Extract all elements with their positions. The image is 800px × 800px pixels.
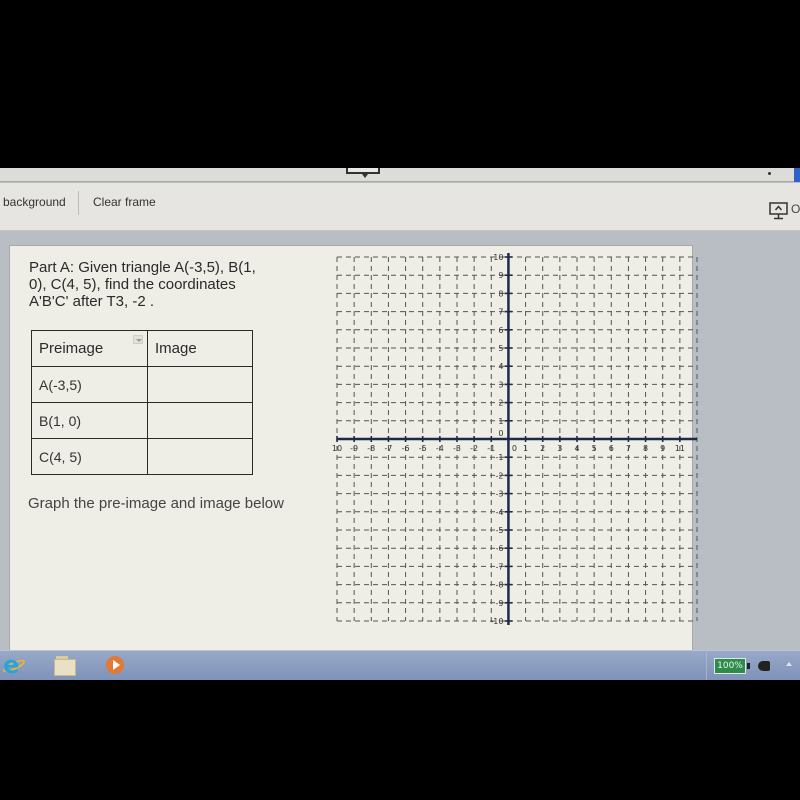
- background-button[interactable]: background: [3, 195, 66, 209]
- ie-letter: e: [3, 651, 20, 679]
- x-tick-label: 0: [512, 444, 517, 453]
- x-tick-label: 11: [675, 444, 685, 453]
- file-explorer-icon[interactable]: [52, 653, 78, 677]
- preimage-cell[interactable]: B(1, 0): [31, 402, 148, 439]
- battery-indicator[interactable]: 100%: [714, 658, 746, 674]
- menu-dot-icon: [768, 172, 771, 175]
- x-tick-label: 9: [660, 444, 665, 453]
- y-tick-label: -5: [495, 526, 503, 535]
- y-tick-label: -3: [495, 490, 503, 499]
- x-tick-label: 6: [609, 444, 614, 453]
- coordinate-grid[interactable]: 10 -9 -8 -7 -6 -5 -4 -3 -2 -1 0 1 2 3 4 5 6 7 8 9 11 10 9 8 7 6 5 4…: [325, 249, 705, 629]
- x-tick-label: -9: [350, 444, 358, 453]
- present-screen-icon[interactable]: [769, 202, 789, 220]
- x-tick-label: 3: [557, 444, 562, 453]
- x-tick-label: 4: [574, 444, 579, 453]
- image-cell[interactable]: [147, 402, 253, 439]
- y-tick-label: -8: [495, 581, 503, 590]
- folder-body: [54, 659, 76, 676]
- caret-down-icon[interactable]: [362, 174, 368, 178]
- y-tick-label: 4: [498, 362, 503, 371]
- toolbar-divider: [78, 191, 79, 215]
- tray-divider: [706, 651, 707, 680]
- y-tick-label: 5: [498, 344, 503, 353]
- y-tick-label: -10: [490, 617, 503, 626]
- x-tick-label: 8: [643, 444, 648, 453]
- media-player-icon[interactable]: [103, 653, 129, 677]
- coordinate-grid-svg[interactable]: 10 -9 -8 -7 -6 -5 -4 -3 -2 -1 0 1 2 3 4 5 6 7 8 9 1110987654…: [325, 249, 705, 629]
- instruction-text: Graph the pre-image and image below: [28, 495, 284, 512]
- x-tick-label: -8: [367, 444, 375, 453]
- x-tick-label: 2: [540, 444, 545, 453]
- y-tick-label: 1: [498, 417, 503, 426]
- x-tick-label: -6: [402, 444, 410, 453]
- x-tick-label: -1: [487, 444, 495, 453]
- tray-expand-icon[interactable]: [786, 662, 792, 666]
- y-tick-label: 7: [498, 308, 503, 317]
- preimage-header-label: Preimage: [39, 340, 104, 357]
- taskbar: e 100%: [0, 650, 800, 680]
- play-icon: [106, 656, 124, 674]
- y-tick-label: -9: [495, 599, 503, 608]
- table-row: B(1, 0): [31, 402, 253, 439]
- x-tick-label: -2: [470, 444, 478, 453]
- y-tick-label: -6: [495, 544, 503, 553]
- question-text: Part A: Given triangle A(-3,5), B(1, 0),…: [29, 259, 256, 310]
- battery-tip: [747, 663, 750, 669]
- y-tick-label: 2: [498, 399, 503, 408]
- preimage-header: Preimage: [31, 330, 148, 367]
- y-tick-label: 9: [498, 271, 503, 280]
- y-tick-label: 3: [498, 380, 503, 389]
- x-tick-label: -7: [384, 444, 392, 453]
- x-tick-label: -3: [453, 444, 461, 453]
- slide-panel: Part A: Given triangle A(-3,5), B(1, 0),…: [9, 245, 698, 653]
- y-tick-label: 0: [498, 429, 503, 438]
- power-plug-icon[interactable]: [758, 661, 770, 671]
- present-label[interactable]: O: [791, 202, 800, 216]
- x-tick-label: 7: [626, 444, 631, 453]
- dropdown-icon[interactable]: [133, 335, 143, 344]
- x-tick-label: -4: [436, 444, 444, 453]
- preimage-cell[interactable]: C(4, 5): [31, 438, 148, 475]
- screen: background Clear frame O Part A: Given t…: [0, 168, 800, 680]
- y-tick-label: -7: [495, 562, 503, 571]
- table-row: C(4, 5): [31, 438, 253, 475]
- y-tick-label: 6: [498, 326, 503, 335]
- x-tick-label: 1: [523, 444, 528, 453]
- y-tick-label: -2: [495, 471, 503, 480]
- x-tick-label: -5: [419, 444, 427, 453]
- x-tick-label: 10: [332, 444, 342, 453]
- x-tick-label: 5: [592, 444, 597, 453]
- toolbar: background Clear frame O: [0, 183, 800, 231]
- clear-frame-button[interactable]: Clear frame: [93, 195, 156, 209]
- y-tick-label: -1: [495, 453, 503, 462]
- internet-explorer-icon[interactable]: e: [1, 651, 28, 679]
- coordinates-table: Preimage Image A(-3,5) B(1, 0) C(4, 5): [31, 330, 253, 475]
- preimage-cell[interactable]: A(-3,5): [31, 366, 148, 403]
- table-header-row: Preimage Image: [31, 330, 253, 367]
- y-tick-label: 8: [498, 289, 503, 298]
- image-cell[interactable]: [147, 438, 253, 475]
- image-cell[interactable]: [147, 366, 253, 403]
- y-tick-label: 10: [493, 253, 503, 262]
- accent-edge: [794, 168, 800, 182]
- top-strip: [0, 168, 800, 182]
- image-header: Image: [147, 330, 253, 367]
- table-row: A(-3,5): [31, 366, 253, 403]
- y-tick-label: -4: [495, 508, 503, 517]
